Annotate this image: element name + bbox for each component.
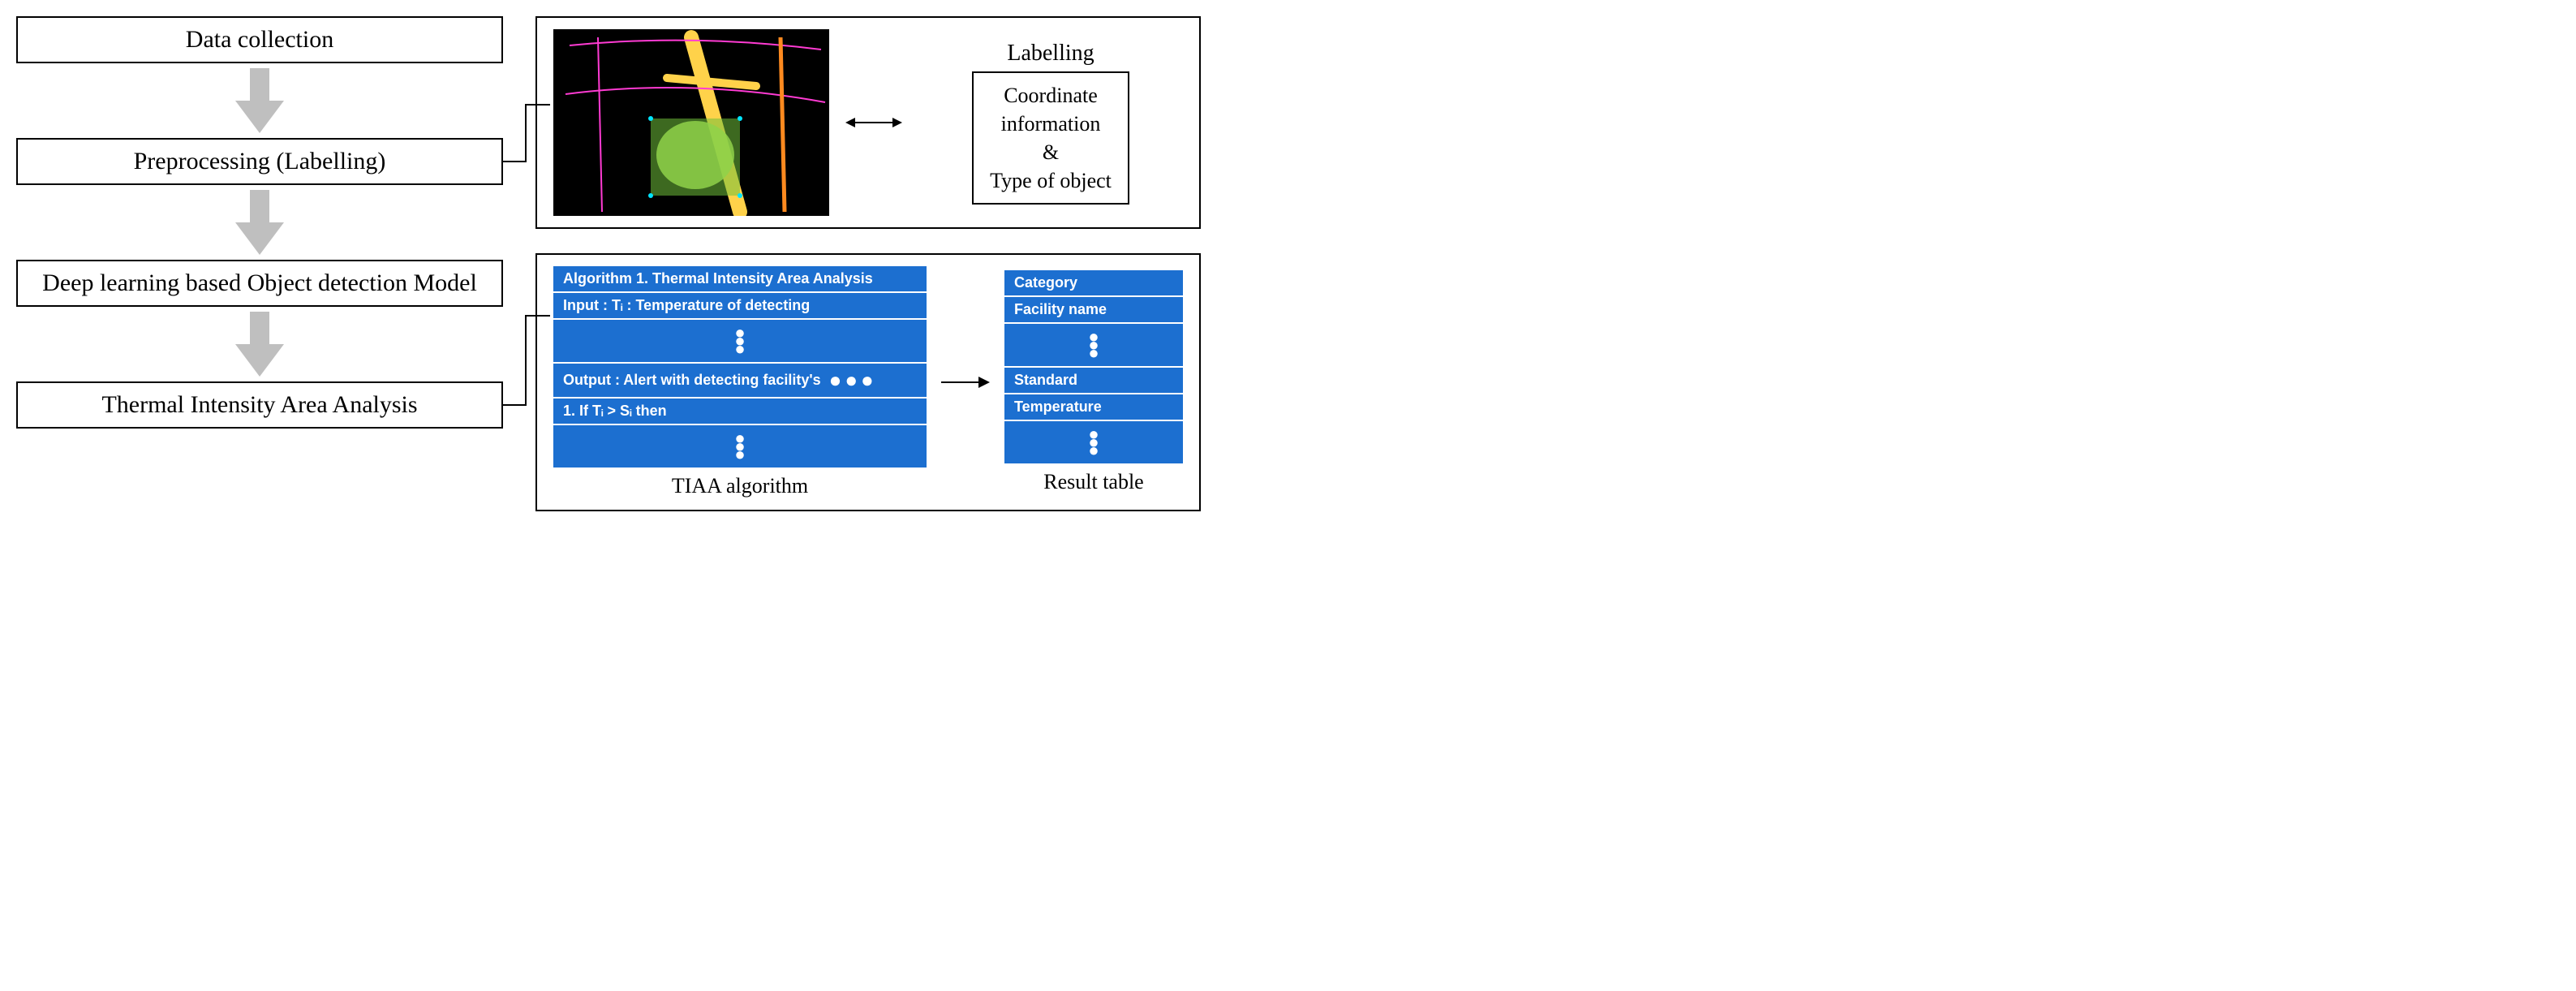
panel-labelling: Labelling Coordinate information & Type … <box>535 16 1201 229</box>
labelling-line: Coordinate <box>990 81 1112 110</box>
flow-label: Deep learning based Object detection Mod… <box>42 269 477 296</box>
flow-box-tiaa: Thermal Intensity Area Analysis <box>16 381 503 429</box>
labelling-title: Labelling <box>1007 41 1094 67</box>
table-row: ●●● <box>1004 324 1183 366</box>
table-row: Algorithm 1. Thermal Intensity Area Anal… <box>553 266 927 291</box>
flow-arrow-icon <box>235 190 284 255</box>
arrow-right-icon <box>941 373 990 392</box>
labelling-block: Labelling Coordinate information & Type … <box>918 41 1183 205</box>
table-row: ●●● <box>553 425 927 467</box>
table-row: Standard <box>1004 368 1183 393</box>
table-row: Output : Alert with detecting facility's… <box>553 364 927 397</box>
tiaa-algorithm-table: Algorithm 1. Thermal Intensity Area Anal… <box>553 266 927 467</box>
labelling-line: & <box>990 138 1112 166</box>
vertical-dots-icon: ●●● <box>1014 333 1173 357</box>
tiaa-algorithm-block: Algorithm 1. Thermal Intensity Area Anal… <box>553 266 927 498</box>
flow-arrow-icon <box>235 312 284 377</box>
vertical-dots-icon: ●●● <box>563 434 917 459</box>
result-table: Category Facility name ●●● Standard Temp… <box>1004 270 1183 463</box>
flow-box-data-collection: Data collection <box>16 16 503 63</box>
labelling-line: information <box>990 110 1112 138</box>
panel-tiaa: Algorithm 1. Thermal Intensity Area Anal… <box>535 253 1201 511</box>
labelling-line: Type of object <box>990 166 1112 195</box>
detail-column: Labelling Coordinate information & Type … <box>535 16 1201 511</box>
table-row: Input : Tᵢ : Temperature of detecting <box>553 293 927 318</box>
tiaa-caption: TIAA algorithm <box>672 474 808 498</box>
thermal-image-icon <box>553 29 829 216</box>
table-row: Temperature <box>1004 394 1183 420</box>
double-arrow-icon <box>845 113 902 132</box>
flow-arrow-icon <box>235 68 284 133</box>
table-row: ●●● <box>553 320 927 362</box>
result-table-block: Category Facility name ●●● Standard Temp… <box>1004 270 1183 494</box>
flow-label: Thermal Intensity Area Analysis <box>101 391 417 418</box>
vertical-dots-icon: ●●● <box>1014 430 1173 455</box>
result-caption: Result table <box>1043 470 1143 494</box>
table-row: Category <box>1004 270 1183 295</box>
table-row: Facility name <box>1004 297 1183 322</box>
labelling-box: Coordinate information & Type of object <box>972 71 1129 205</box>
table-row: 1. If Tᵢ > Sᵢ then <box>553 399 927 424</box>
diagram-root: Data collection Preprocessing (Labelling… <box>16 16 2560 511</box>
flow-box-preprocessing: Preprocessing (Labelling) <box>16 138 503 185</box>
flow-box-deep-learning: Deep learning based Object detection Mod… <box>16 260 503 307</box>
vertical-dots-icon: ●●● <box>563 329 917 353</box>
horizontal-dots-icon: ●●● <box>829 368 877 393</box>
flow-column: Data collection Preprocessing (Labelling… <box>16 16 503 429</box>
flow-label: Preprocessing (Labelling) <box>134 148 386 175</box>
thermal-image <box>553 29 829 216</box>
table-row: ●●● <box>1004 421 1183 463</box>
flow-label: Data collection <box>186 26 333 53</box>
